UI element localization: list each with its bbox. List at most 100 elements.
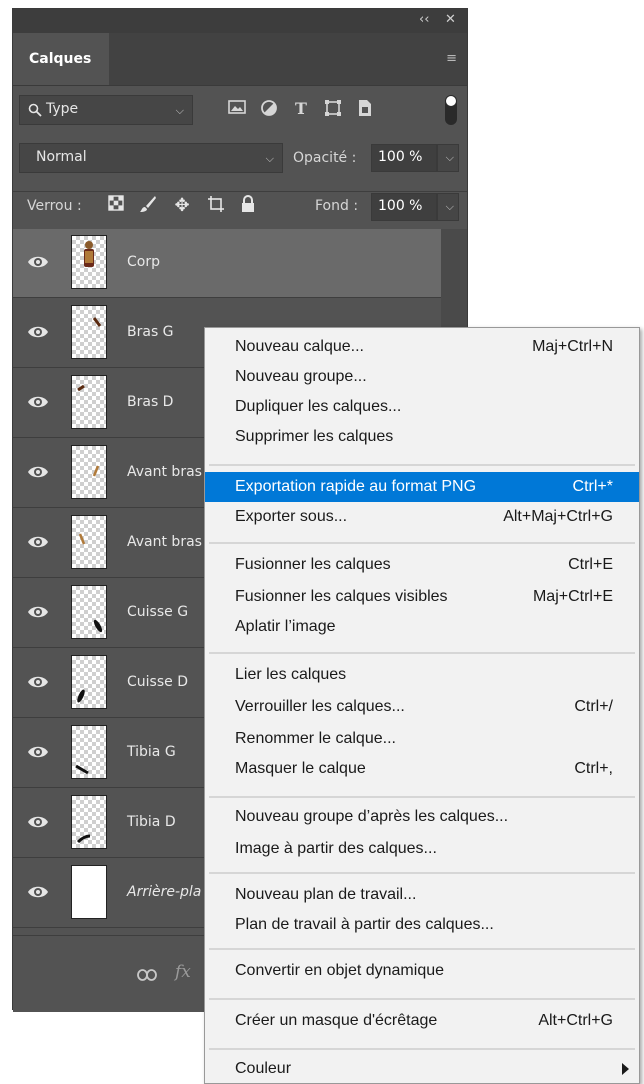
opacity-input[interactable]: 100 % bbox=[371, 144, 437, 172]
lock-label: Verrou : bbox=[27, 198, 82, 214]
opacity-value: 100 % bbox=[378, 149, 423, 165]
menu-item-nouveau-plan-travail[interactable]: Nouveau plan de travail... bbox=[205, 880, 639, 910]
layer-thumbnail bbox=[71, 305, 107, 359]
menu-item-exportation-rapide-png[interactable]: Exportation rapide au format PNG Ctrl+* bbox=[205, 472, 639, 502]
menu-item-exporter-sous[interactable]: Exporter sous... Alt+Maj+Ctrl+G bbox=[205, 502, 639, 532]
adjustment-filter-icon[interactable] bbox=[257, 99, 281, 119]
panel-title-bar: ‹‹ ✕ bbox=[13, 9, 467, 33]
visibility-eye-icon[interactable] bbox=[27, 741, 49, 763]
divider bbox=[13, 191, 467, 192]
menu-item-convertir-objet-dynamique[interactable]: Convertir en objet dynamique bbox=[205, 956, 639, 986]
chevron-down-icon: ⌵ bbox=[175, 104, 184, 117]
layer-thumbnail bbox=[71, 515, 107, 569]
shape-filter-icon[interactable] bbox=[321, 99, 345, 119]
layer-thumbnail bbox=[71, 795, 107, 849]
menu-item-fusionner-calques[interactable]: Fusionner les calques Ctrl+E bbox=[205, 550, 639, 580]
layer-thumbnail bbox=[71, 725, 107, 779]
menu-separator bbox=[209, 998, 635, 1000]
layer-name: Avant bras bbox=[127, 464, 202, 480]
menu-item-aplatir-image[interactable]: Aplatir l’image bbox=[205, 612, 639, 642]
filter-row: Type ⌵ T bbox=[13, 85, 467, 133]
layer-name: Bras G bbox=[127, 324, 174, 340]
search-icon bbox=[28, 103, 42, 117]
menu-separator bbox=[209, 464, 635, 466]
chevron-down-icon: ⌵ bbox=[265, 152, 274, 165]
link-layers-icon[interactable] bbox=[137, 966, 157, 986]
tab-calques[interactable]: Calques bbox=[13, 33, 109, 85]
panel-tab-row: Calques ≡ bbox=[13, 33, 467, 86]
layer-thumbnail bbox=[71, 445, 107, 499]
menu-separator bbox=[209, 948, 635, 950]
menu-item-lier-calques[interactable]: Lier les calques bbox=[205, 660, 639, 690]
layer-thumbnail bbox=[71, 655, 107, 709]
opacity-label: Opacité : bbox=[293, 150, 357, 166]
layer-thumbnail bbox=[71, 585, 107, 639]
filter-kind-label: Type bbox=[46, 101, 79, 117]
visibility-eye-icon[interactable] bbox=[27, 881, 49, 903]
opacity-dropdown-button[interactable]: ⌵ bbox=[437, 144, 459, 172]
panel-menu-icon[interactable]: ≡ bbox=[446, 52, 457, 65]
chevron-down-icon: ⌵ bbox=[445, 151, 454, 164]
menu-item-masquer-calque[interactable]: Masquer le calque Ctrl+, bbox=[205, 754, 639, 784]
lock-all-icon[interactable] bbox=[237, 195, 259, 217]
fill-label: Fond : bbox=[315, 198, 359, 214]
menu-item-supprimer-calques[interactable]: Supprimer les calques bbox=[205, 422, 639, 452]
visibility-eye-icon[interactable] bbox=[27, 461, 49, 483]
layer-name: Cuisse D bbox=[127, 674, 188, 690]
text-filter-icon[interactable]: T bbox=[289, 99, 313, 119]
layer-style-fx-icon[interactable]: fx bbox=[175, 962, 191, 982]
layer-name: Avant bras bbox=[127, 534, 202, 550]
fill-input[interactable]: 100 % bbox=[371, 193, 437, 221]
menu-separator bbox=[209, 652, 635, 654]
layer-name: Tibia D bbox=[127, 814, 176, 830]
menu-separator bbox=[209, 542, 635, 544]
filter-kind-select[interactable]: Type ⌵ bbox=[19, 95, 193, 125]
menu-item-fusionner-calques-visibles[interactable]: Fusionner les calques visibles Maj+Ctrl+E bbox=[205, 582, 639, 612]
menu-item-image-a-partir-calques[interactable]: Image à partir des calques... bbox=[205, 834, 639, 864]
smart-object-filter-icon[interactable] bbox=[353, 99, 377, 119]
filter-toggle-switch[interactable] bbox=[445, 95, 457, 125]
menu-item-renommer-calque[interactable]: Renommer le calque... bbox=[205, 724, 639, 754]
filter-toggle-knob bbox=[446, 96, 456, 106]
menu-item-nouveau-groupe-apres-calques[interactable]: Nouveau groupe d’après les calques... bbox=[205, 802, 639, 832]
layer-thumbnail bbox=[71, 375, 107, 429]
visibility-eye-icon[interactable] bbox=[27, 811, 49, 833]
layer-thumbnail bbox=[71, 865, 107, 919]
lock-transparent-pixels-icon[interactable] bbox=[105, 195, 127, 217]
visibility-eye-icon[interactable] bbox=[27, 671, 49, 693]
layer-thumbnail bbox=[71, 235, 107, 289]
visibility-eye-icon[interactable] bbox=[27, 531, 49, 553]
lock-image-pixels-brush-icon[interactable] bbox=[137, 195, 159, 217]
blend-mode-select[interactable]: Normal ⌵ bbox=[19, 143, 283, 173]
visibility-eye-icon[interactable] bbox=[27, 251, 49, 273]
lock-artboard-icon[interactable] bbox=[205, 195, 227, 217]
visibility-eye-icon[interactable] bbox=[27, 601, 49, 623]
menu-item-creer-masque-ecretage[interactable]: Créer un masque d'écrêtage Alt+Ctrl+G bbox=[205, 1006, 639, 1036]
menu-separator bbox=[209, 872, 635, 874]
fill-dropdown-button[interactable]: ⌵ bbox=[437, 193, 459, 221]
image-filter-icon[interactable] bbox=[225, 99, 249, 119]
close-panel-icon[interactable]: ✕ bbox=[445, 12, 456, 28]
chevron-down-icon: ⌵ bbox=[445, 200, 454, 213]
menu-item-nouveau-calque[interactable]: Nouveau calque... Maj+Ctrl+N bbox=[205, 332, 639, 362]
layer-name: Arrière-pla bbox=[127, 884, 202, 900]
blend-mode-label: Normal bbox=[36, 149, 87, 165]
collapse-panel-icon[interactable]: ‹‹ bbox=[419, 12, 429, 28]
layer-name: Tibia G bbox=[127, 744, 176, 760]
menu-item-nouveau-groupe[interactable]: Nouveau groupe... bbox=[205, 362, 639, 392]
submenu-arrow-icon bbox=[622, 1063, 629, 1075]
lock-position-move-icon[interactable]: ✥ bbox=[171, 195, 193, 217]
menu-separator bbox=[209, 796, 635, 798]
layer-context-menu: Nouveau calque... Maj+Ctrl+N Nouveau grou… bbox=[204, 327, 640, 1084]
visibility-eye-icon[interactable] bbox=[27, 321, 49, 343]
visibility-eye-icon[interactable] bbox=[27, 391, 49, 413]
menu-item-couleur[interactable]: Couleur bbox=[205, 1054, 639, 1084]
layer-row[interactable]: Corp bbox=[13, 229, 441, 298]
layer-name: Corp bbox=[127, 254, 160, 270]
layer-name: Bras D bbox=[127, 394, 174, 410]
menu-item-plan-travail-a-partir-calques[interactable]: Plan de travail à partir des calques... bbox=[205, 910, 639, 940]
fill-value: 100 % bbox=[378, 198, 423, 214]
menu-item-dupliquer-calques[interactable]: Dupliquer les calques... bbox=[205, 392, 639, 422]
menu-separator bbox=[209, 1048, 635, 1050]
menu-item-verrouiller-calques[interactable]: Verrouiller les calques... Ctrl+/ bbox=[205, 692, 639, 722]
